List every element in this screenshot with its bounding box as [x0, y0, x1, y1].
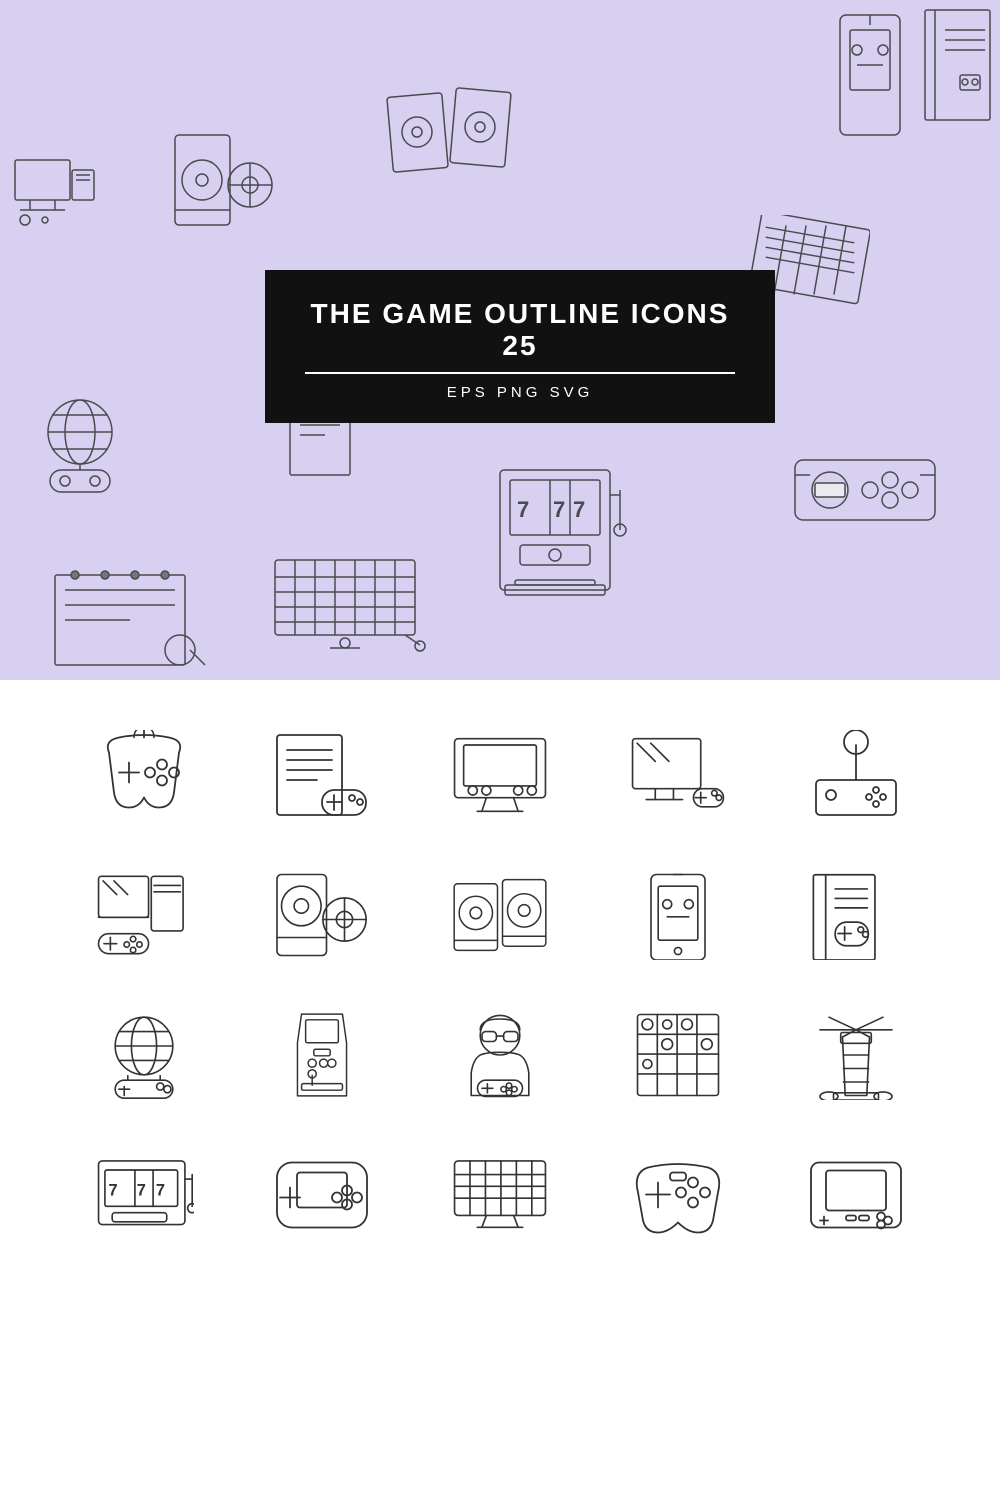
icon-cell-dual-tablet	[416, 860, 584, 970]
icon-cell-arcade-cabinet	[238, 1000, 406, 1110]
svg-text:7: 7	[156, 1181, 165, 1199]
icon-cell-chess-board	[594, 1000, 762, 1110]
svg-text:7: 7	[137, 1181, 146, 1199]
icon-cell-gamepad-classic	[60, 720, 228, 830]
hero-title: THE GAME OUTLINE ICONS 25	[305, 298, 735, 374]
svg-text:7: 7	[109, 1181, 118, 1199]
icon-cell-gamer-avatar	[416, 1000, 584, 1110]
icon-cell-handheld-gamepad	[238, 1140, 406, 1250]
icon-cell-joystick	[772, 720, 940, 830]
icon-cell-gamepad-2	[594, 1140, 762, 1250]
svg-text:7: 7	[573, 497, 585, 522]
title-banner: THE GAME OUTLINE ICONS 25 EPS PNG SVG	[265, 270, 775, 423]
icon-cell-game-script	[238, 720, 406, 830]
icon-cell-pc-desktop	[60, 860, 228, 970]
hero-section: 7 7 7	[0, 0, 1000, 680]
icon-grid: 7 7 7	[60, 720, 940, 1250]
icon-cell-keyboard-game	[416, 1140, 584, 1250]
svg-text:7: 7	[517, 497, 529, 522]
icon-cell-slot-machine-row: 7 7 7	[60, 1140, 228, 1250]
icon-cell-lighthouse	[772, 1000, 940, 1110]
icon-grid-section: 7 7 7	[0, 680, 1000, 1290]
icon-cell-book-controller	[772, 860, 940, 970]
icon-cell-game-gear-2	[772, 1140, 940, 1250]
svg-text:7: 7	[553, 497, 565, 522]
icon-cell-mobile-game	[594, 860, 762, 970]
hero-formats: EPS PNG SVG	[305, 384, 735, 401]
icon-cell-arcade-monitor	[416, 720, 584, 830]
icon-cell-monitor-controller	[594, 720, 762, 830]
icon-cell-game-disc-phone	[238, 860, 406, 970]
icon-cell-globe-controller	[60, 1000, 228, 1110]
